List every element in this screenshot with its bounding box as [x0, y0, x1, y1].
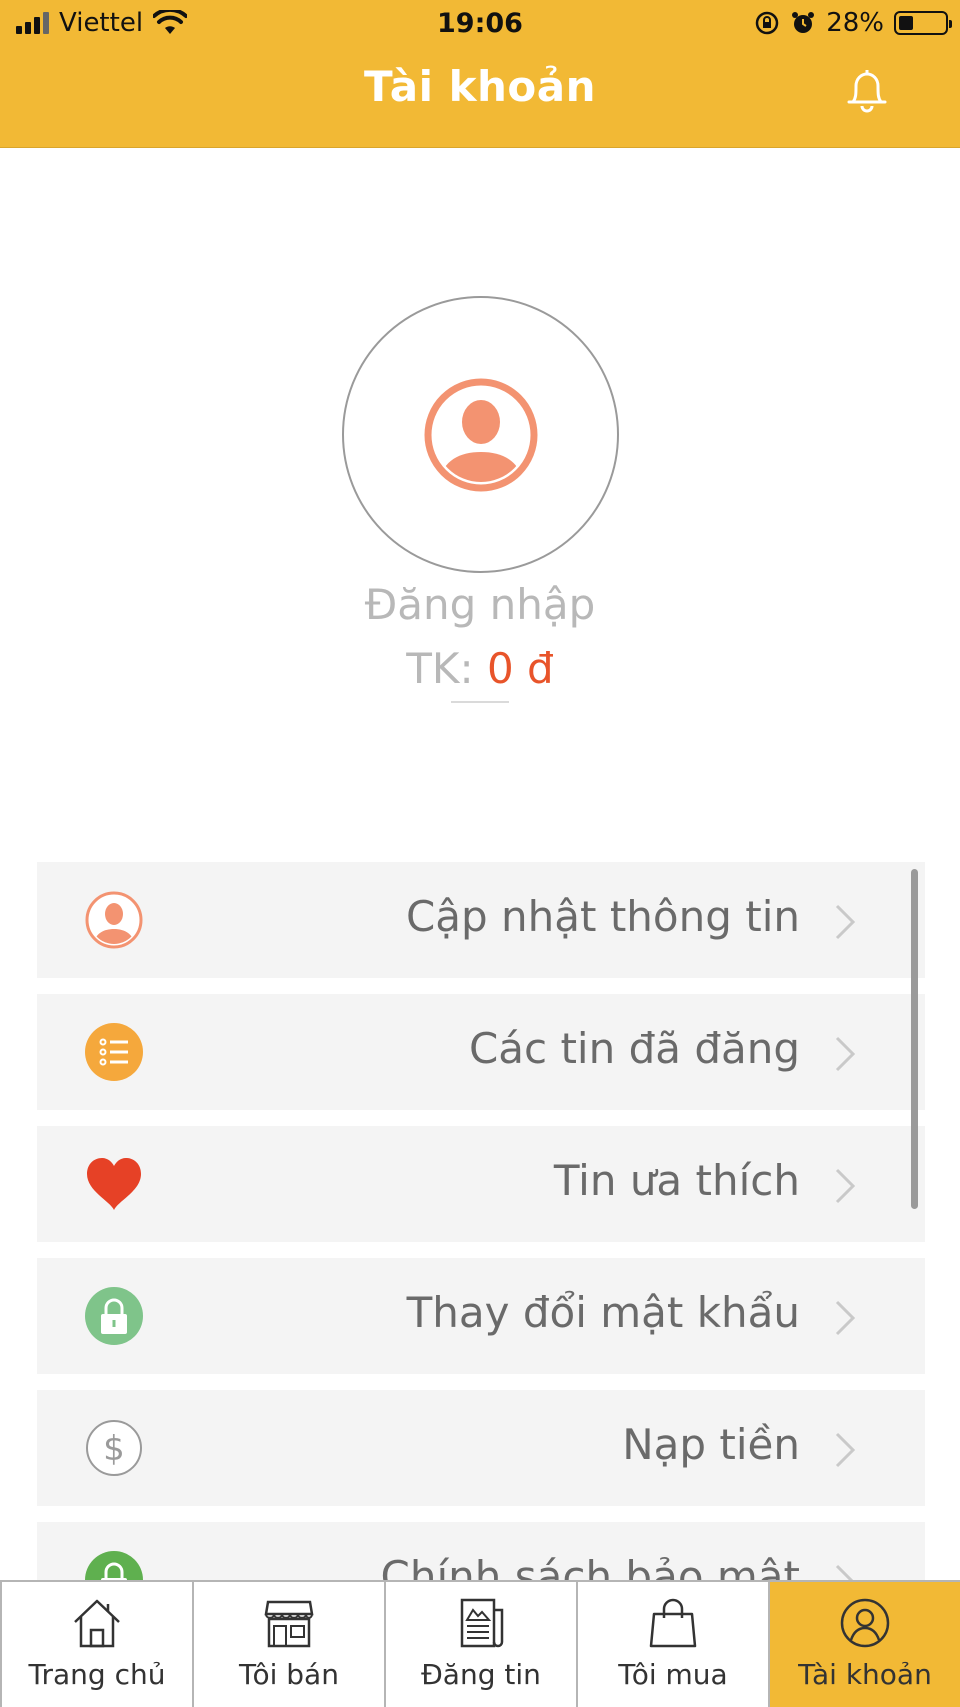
chevron-right-icon: [835, 1564, 854, 1580]
chevron-right-icon: [835, 1168, 856, 1204]
account-balance: TK: 0 đ: [0, 644, 960, 693]
menu-scrollbar[interactable]: [911, 869, 918, 1209]
menu-label: Tin ưa thích: [553, 1156, 800, 1205]
menu-item-favorites[interactable]: Tin ưa thích: [37, 1126, 925, 1242]
menu-label: Nạp tiền: [622, 1420, 800, 1469]
tab-label: Tôi mua: [618, 1658, 728, 1691]
battery-percent: 28%: [826, 8, 884, 38]
user-avatar-icon: [424, 378, 538, 492]
app-header: Viettel 19:06 28% Tài khoản: [0, 0, 960, 148]
tab-sell[interactable]: Tôi bán: [192, 1582, 384, 1707]
menu-label: Chính sách bảo mật: [380, 1552, 800, 1580]
list-icon: [85, 1023, 143, 1081]
user-icon: [85, 891, 143, 949]
tab-buy[interactable]: Tôi mua: [576, 1582, 768, 1707]
tab-home[interactable]: Trang chủ: [0, 1582, 192, 1707]
menu-item-posted-listings[interactable]: Các tin đã đăng: [37, 994, 925, 1110]
avatar[interactable]: [342, 296, 619, 573]
store-icon: [264, 1600, 314, 1648]
login-link[interactable]: Đăng nhập: [0, 580, 960, 629]
battery-icon: [894, 11, 952, 35]
status-bar: Viettel 19:06 28%: [0, 0, 960, 50]
account-menu: Cập nhật thông tin Các tin đã đăng Tin ư…: [37, 862, 925, 1580]
balance-prefix: TK:: [406, 644, 474, 693]
menu-item-privacy-policy[interactable]: Chính sách bảo mật: [37, 1522, 925, 1580]
balance-amount: 0 đ: [486, 644, 554, 693]
status-right: 28%: [754, 8, 952, 38]
menu-item-top-up[interactable]: $ Nạp tiền: [37, 1390, 925, 1506]
tab-label: Tôi bán: [239, 1658, 339, 1691]
dollar-icon: $: [86, 1420, 142, 1476]
tab-post[interactable]: Đăng tin: [384, 1582, 576, 1707]
page-title: Tài khoản: [363, 62, 597, 111]
chevron-right-icon: [835, 1432, 856, 1468]
alarm-icon: [792, 12, 815, 33]
tab-account[interactable]: Tài khoản: [768, 1582, 960, 1707]
lock-icon: [85, 1287, 143, 1345]
menu-label: Thay đổi mật khẩu: [406, 1288, 800, 1337]
balance-underline: [451, 701, 509, 703]
bottom-tab-bar: Trang chủ Tôi bán Đăng tin Tôi mua Tài k…: [0, 1580, 960, 1707]
notification-bell-icon[interactable]: [840, 66, 894, 116]
account-icon: [840, 1598, 890, 1648]
heart-icon: [87, 1158, 141, 1210]
rotation-lock-icon: [755, 11, 779, 35]
menu-label: Cập nhật thông tin: [405, 892, 800, 941]
battery-fill: [899, 16, 913, 30]
svg-text:$: $: [103, 1429, 125, 1469]
menu-item-update-info[interactable]: Cập nhật thông tin: [37, 862, 925, 978]
menu-label: Các tin đã đăng: [468, 1024, 800, 1073]
home-icon: [74, 1599, 120, 1648]
tab-label: Tài khoản: [798, 1658, 932, 1691]
chevron-right-icon: [835, 1036, 856, 1072]
menu-item-change-password[interactable]: Thay đổi mật khẩu: [37, 1258, 925, 1374]
tab-label: Đăng tin: [421, 1658, 541, 1691]
newspaper-icon: [460, 1598, 504, 1648]
tab-label: Trang chủ: [28, 1658, 166, 1691]
chevron-right-icon: [835, 1300, 856, 1336]
shopping-bag-icon: [649, 1598, 697, 1648]
chevron-right-icon: [835, 904, 856, 940]
lock-icon: [85, 1551, 143, 1580]
